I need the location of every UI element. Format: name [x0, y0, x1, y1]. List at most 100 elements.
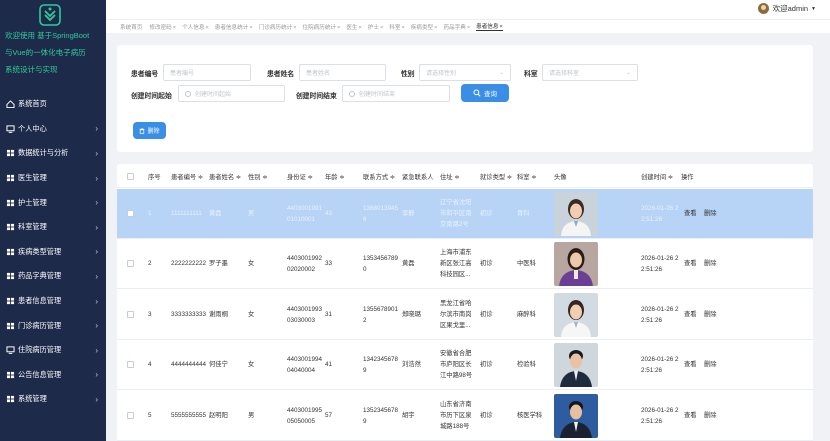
column-header[interactable]: 患者编号 ≑ — [171, 172, 203, 181]
close-icon[interactable]: × — [359, 25, 362, 31]
end-time-input[interactable]: 创建时间结束 — [342, 85, 450, 102]
close-icon[interactable]: × — [467, 25, 470, 31]
sidebar-item[interactable]: 数据统计与分析 › — [0, 141, 106, 166]
sidebar-item[interactable]: 门诊病历管理 › — [0, 313, 106, 338]
dept-cell: 核医学科 — [517, 410, 542, 421]
sidebar-item[interactable]: 公告信息管理 › — [0, 363, 106, 388]
tab-label: 疾病类型 — [410, 24, 434, 31]
sidebar-item[interactable]: 系统首页 — [0, 92, 106, 117]
delete-button[interactable]: 删除 — [704, 258, 717, 269]
table-row[interactable]: 5 5555555555 赵明阳男 4403001995 05050005 57 13523… — [117, 391, 813, 441]
tab[interactable]: 门诊病历统计× — [259, 23, 297, 31]
monitor-icon — [6, 346, 16, 355]
grid-icon — [6, 248, 16, 256]
sidebar-item[interactable]: 疾病类型管理 › — [0, 240, 106, 265]
close-icon[interactable]: × — [293, 25, 296, 31]
view-button[interactable]: 查看 — [684, 359, 697, 370]
column-header[interactable]: 联系方式 ≑ — [363, 172, 395, 181]
delete-button[interactable]: 删除 — [704, 359, 717, 370]
search-panel: 患者编号 患者编号 患者姓名 患者姓名 性别 请选择性别 ⌄ 科室 请选择科室 ⌄ … — [117, 45, 813, 152]
table-row[interactable]: 4 4444444444 何佳宁女 4403001994 04040004 41 13423… — [117, 340, 813, 391]
gender-cell-text: 女 — [248, 361, 255, 369]
view-button[interactable]: 查看 — [684, 309, 697, 320]
row-checkbox[interactable] — [127, 411, 134, 419]
column-header[interactable]: 创建时间 ≑ — [641, 172, 673, 181]
column-header[interactable]: 科室 ≑ — [517, 172, 537, 181]
row-checkbox[interactable] — [127, 260, 134, 268]
tab[interactable]: 系统首页 — [120, 23, 143, 31]
grid-icon — [6, 174, 16, 182]
column-header[interactable]: 性别 ≑ — [248, 172, 268, 181]
id-card-cell: 4403001993 03030003 — [287, 304, 322, 326]
delete-button[interactable]: 删除 — [704, 208, 717, 219]
row-checkbox[interactable] — [127, 361, 134, 369]
patient-no-placeholder: 患者编号 — [170, 71, 195, 77]
row-checkbox[interactable] — [127, 310, 134, 318]
tab-label: 患者信息统计 — [214, 24, 249, 31]
end-time-label: 创建时间结束 — [296, 93, 337, 100]
select-all-checkbox[interactable] — [127, 173, 134, 180]
close-icon[interactable]: × — [380, 25, 383, 31]
tab[interactable]: 住院病历统计× — [302, 23, 340, 31]
column-header[interactable]: 患者姓名 ≑ — [209, 172, 241, 181]
column-header[interactable]: 身份证 ≑ — [287, 172, 313, 181]
sidebar-item-label: 个人中心 — [18, 123, 47, 133]
id-card-cell-line: 4403001995 — [287, 406, 323, 414]
id-card-cell: 4403001992 02020002 — [287, 253, 322, 275]
column-header[interactable]: 就诊类型 ≑ — [480, 172, 512, 181]
system-title: 欢迎使用 基于SpringBoot 与Vue的一体化电子病历 系统设计与实现 — [5, 27, 105, 78]
close-icon[interactable]: × — [249, 25, 252, 31]
sidebar-item[interactable]: 患者信息管理 › — [0, 289, 106, 314]
table-row[interactable]: 1 1111111111 黄磊男 4403001991 01010001 43 136801… — [117, 189, 813, 239]
dept-select[interactable]: 请选择科室 ⌄ — [542, 64, 638, 81]
delete-button[interactable]: 删除 — [704, 410, 717, 421]
tab[interactable]: 药品字典× — [443, 23, 470, 31]
sidebar-item[interactable]: 个人中心 › — [0, 117, 106, 142]
user-menu[interactable]: 欢迎admin ▼ — [757, 3, 816, 14]
tab-bar: 系统首页 修改密码× 个人信息× 患者信息统计× 门诊病历统计× 住院病历统计× 医生× 护士… — [106, 19, 830, 33]
view-button[interactable]: 查看 — [684, 258, 697, 269]
close-icon[interactable]: × — [173, 25, 176, 31]
id-card-cell-line: 04040004 — [287, 367, 316, 375]
tab[interactable]: 修改密码× — [149, 23, 176, 31]
view-button[interactable]: 查看 — [684, 410, 697, 421]
tab[interactable]: 患者信息统计× — [215, 23, 253, 31]
close-icon[interactable]: × — [337, 25, 340, 31]
column-header[interactable]: 年龄 ≑ — [325, 172, 345, 181]
tab[interactable]: 科室× — [389, 23, 404, 31]
close-icon[interactable]: × — [205, 25, 208, 31]
patient-photo — [554, 292, 598, 337]
gender-select[interactable]: 请选择性别 ⌄ — [419, 64, 511, 81]
column-header[interactable]: 住址 ≑ — [440, 172, 460, 181]
sidebar-item[interactable]: 护士管理 › — [0, 190, 106, 215]
patient-no-input[interactable]: 患者编号 — [163, 64, 251, 81]
table-row[interactable]: 2 2222222222 罗子墨女 4403001992 02020002 33 13534… — [117, 239, 813, 290]
sidebar-item[interactable]: 系统管理 › — [0, 387, 106, 412]
chevron-right-icon: › — [95, 296, 98, 306]
address-cell-line: 市历下区泉 — [440, 411, 472, 419]
sidebar-item[interactable]: 药品字典管理 › — [0, 264, 106, 289]
tab[interactable]: 患者信息× — [476, 22, 503, 31]
tab[interactable]: 疾病类型× — [411, 23, 438, 31]
view-button[interactable]: 查看 — [684, 208, 697, 219]
table-row[interactable]: 3 3333333333 谢雨桐女 4403001993 03030003 31 13556… — [117, 290, 813, 340]
sidebar-item[interactable]: 住院病历管理 › — [0, 338, 106, 363]
grid-icon — [6, 322, 16, 330]
tab[interactable]: 个人信息× — [182, 23, 209, 31]
tab[interactable]: 医生× — [346, 23, 361, 31]
delete-button[interactable]: 删除 — [704, 309, 717, 320]
name-cell: 罗子墨 — [209, 258, 228, 269]
phone-cell-line: 6 — [363, 216, 367, 223]
sidebar-item[interactable]: 科室管理 › — [0, 215, 106, 240]
tab[interactable]: 护士× — [368, 23, 383, 31]
close-icon[interactable]: × — [401, 25, 404, 31]
batch-delete-button[interactable]: 删除 — [133, 122, 166, 139]
search-button[interactable]: 查询 — [461, 84, 509, 102]
patient-name-input[interactable]: 患者姓名 — [299, 64, 386, 81]
close-icon[interactable]: × — [434, 25, 437, 31]
patient-no-cell: 3333333333 — [171, 309, 206, 320]
start-time-input[interactable]: 创建时间起始 — [178, 85, 285, 102]
close-icon[interactable]: × — [500, 24, 503, 30]
row-checkbox[interactable] — [127, 210, 134, 217]
sidebar-item[interactable]: 医生管理 › — [0, 166, 106, 191]
